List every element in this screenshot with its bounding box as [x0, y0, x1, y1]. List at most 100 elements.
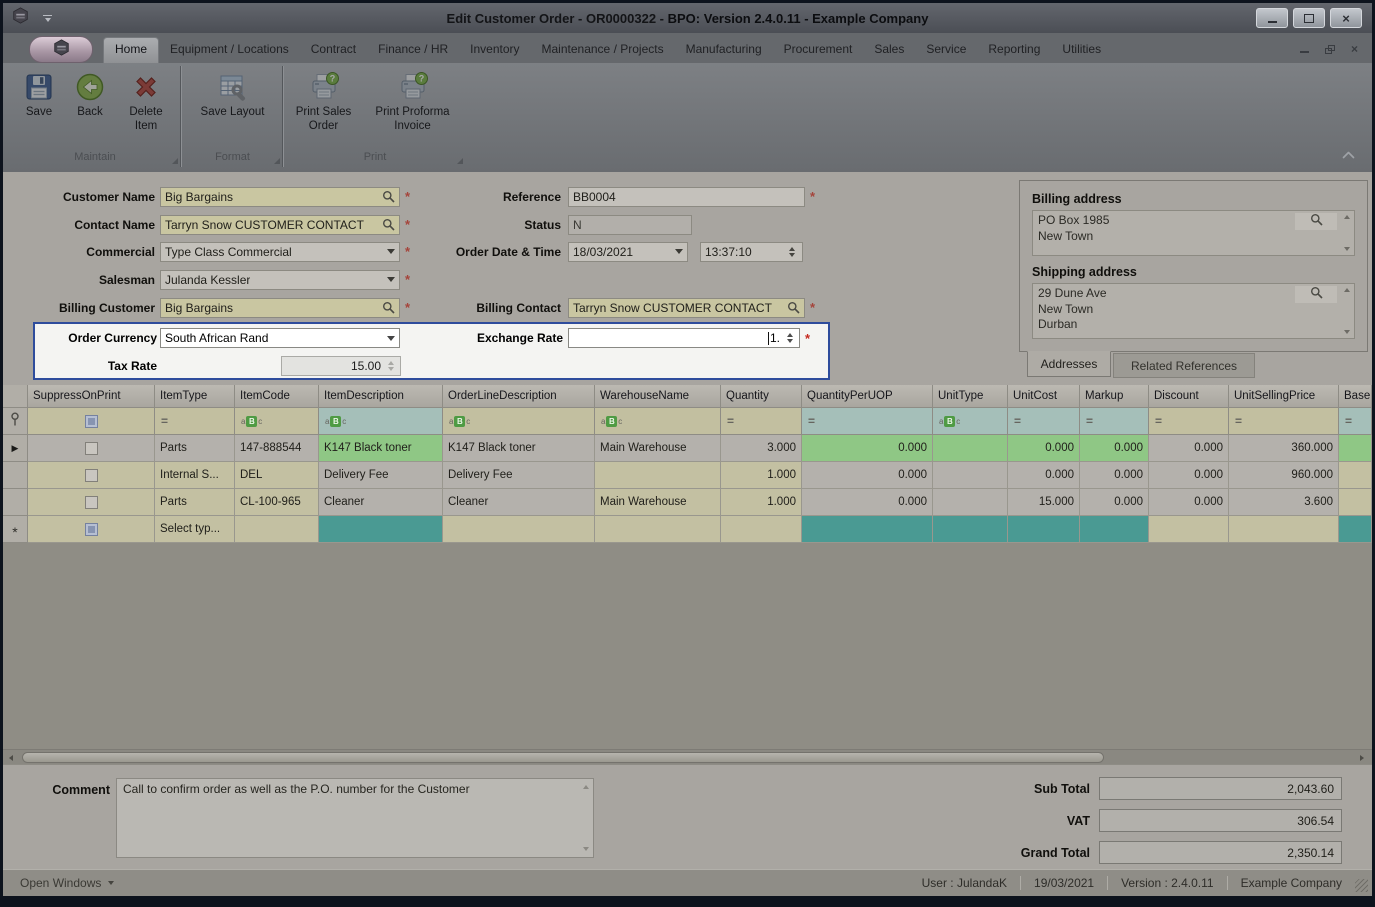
col-header-unitsellingprice[interactable]: UnitSellingPrice	[1229, 385, 1339, 408]
search-icon[interactable]	[787, 301, 800, 314]
col-header-markup[interactable]: Markup	[1080, 385, 1149, 408]
order-date-dropdown[interactable]: 18/03/2021	[568, 241, 688, 262]
grid-cell-orderlinedescription[interactable]: Delivery Fee	[443, 462, 595, 489]
search-icon[interactable]	[1295, 286, 1337, 303]
filter-cell-markup[interactable]: =	[1080, 408, 1149, 435]
grid-cell-suppressonprint[interactable]	[28, 435, 155, 462]
tab-procurement[interactable]: Procurement	[773, 37, 864, 63]
filter-cell-discount[interactable]: =	[1149, 408, 1229, 435]
table-row[interactable]: ▶ Parts 147-888544 K147 Black toner K147 Bla…	[3, 435, 1372, 462]
col-header-itemcode[interactable]: ItemCode	[235, 385, 319, 408]
grid-cell-unitcost[interactable]: 0.000	[1008, 462, 1080, 489]
grid-cell-itemtype[interactable]: Parts	[155, 489, 235, 516]
scroll-arrows-icon[interactable]	[1339, 211, 1354, 255]
filter-cell-base[interactable]: =	[1339, 408, 1372, 435]
grid-cell-itemcode[interactable]: DEL	[235, 462, 319, 489]
tab-sales[interactable]: Sales	[863, 37, 915, 63]
salesman-dropdown[interactable]: Julanda Kessler	[160, 269, 400, 290]
grid-cell-itemtype[interactable]: Parts	[155, 435, 235, 462]
grid-cell-markup[interactable]	[1080, 516, 1149, 543]
col-header-orderlinedescription[interactable]: OrderLineDescription	[443, 385, 595, 408]
grid-cell-itemtype[interactable]: Select typ...	[155, 516, 235, 543]
grid-cell-quantity[interactable]: 1.000	[721, 489, 802, 516]
scroll-left-icon[interactable]	[3, 754, 19, 761]
billing-customer-field[interactable]: Big Bargains	[160, 297, 400, 318]
scroll-up-icon[interactable]	[583, 785, 589, 789]
tab-utilities[interactable]: Utilities	[1051, 37, 1112, 63]
contact-name-field[interactable]: Tarryn Snow CUSTOMER CONTACT	[160, 214, 400, 235]
col-header-unittype[interactable]: UnitType	[933, 385, 1008, 408]
grid-cell-discount[interactable]: 0.000	[1149, 462, 1229, 489]
search-icon[interactable]	[382, 218, 395, 231]
grid-cell-base[interactable]	[1339, 516, 1372, 543]
grid-cell-unitcost[interactable]: 15.000	[1008, 489, 1080, 516]
chevron-down-icon[interactable]	[387, 335, 395, 341]
scrollbar-thumb[interactable]	[22, 752, 1104, 763]
save-layout-button[interactable]: Save Layout	[188, 69, 278, 122]
grid-cell-unitsellingprice[interactable]: 360.000	[1229, 435, 1339, 462]
minimize-button[interactable]	[1256, 8, 1288, 28]
order-currency-dropdown[interactable]: South African Rand	[160, 328, 400, 348]
grid-cell-discount[interactable]: 0.000	[1149, 435, 1229, 462]
order-time-spinner[interactable]: 13:37:10	[700, 241, 803, 262]
checkbox-unchecked-icon[interactable]	[84, 468, 98, 482]
grid-cell-unitsellingprice[interactable]	[1229, 516, 1339, 543]
spinner-arrows-icon[interactable]	[786, 246, 798, 257]
exchange-rate-field[interactable]: 1.	[568, 328, 800, 348]
tab-manufacturing[interactable]: Manufacturing	[675, 37, 773, 63]
grid-cell-itemtype[interactable]: Internal S...	[155, 462, 235, 489]
table-row[interactable]: Parts CL-100-965 Cleaner Cleaner Main Wareho…	[3, 489, 1372, 516]
grid-cell-quantity[interactable]: 3.000	[721, 435, 802, 462]
grid-cell-markup[interactable]: 0.000	[1080, 435, 1149, 462]
billing-address-field[interactable]: PO Box 1985 New Town	[1032, 210, 1355, 256]
search-icon[interactable]	[1295, 213, 1337, 230]
filter-cell-orderlinedescription[interactable]: aBc	[443, 408, 595, 435]
grid-cell-orderlinedescription[interactable]	[443, 516, 595, 543]
chevron-down-icon[interactable]	[387, 277, 395, 282]
maximize-button[interactable]	[1293, 8, 1325, 28]
table-row[interactable]: * Select typ...	[3, 516, 1372, 543]
print-proforma-invoice-button[interactable]: ? Print Proforma Invoice	[363, 69, 463, 135]
grid-cell-unittype[interactable]	[933, 462, 1008, 489]
tab-service[interactable]: Service	[915, 37, 977, 63]
col-header-base[interactable]: Base	[1339, 385, 1372, 408]
grid-cell-warehousename[interactable]: Main Warehouse	[595, 489, 721, 516]
grid-cell-unitcost[interactable]: 0.000	[1008, 435, 1080, 462]
grid-cell-itemdescription[interactable]	[319, 516, 443, 543]
filter-cell-quantityperuop[interactable]: =	[802, 408, 933, 435]
tab-inventory[interactable]: Inventory	[459, 37, 530, 63]
grid-cell-unittype[interactable]	[933, 516, 1008, 543]
filter-cell-suppressonprint[interactable]	[28, 408, 155, 435]
grid-cell-base[interactable]	[1339, 435, 1372, 462]
tab-home[interactable]: Home	[103, 37, 160, 63]
checkbox-checked-icon[interactable]	[84, 522, 98, 536]
save-button[interactable]: Save	[15, 69, 63, 122]
tab-finance-hr[interactable]: Finance / HR	[367, 37, 459, 63]
col-header-suppressonprint[interactable]: SuppressOnPrint	[28, 385, 155, 408]
grid-cell-suppressonprint[interactable]	[28, 489, 155, 516]
filter-cell-itemtype[interactable]: =	[155, 408, 235, 435]
application-menu-button[interactable]	[29, 36, 93, 63]
doc-restore-icon[interactable]	[1324, 44, 1335, 54]
filter-cell-quantity[interactable]: =	[721, 408, 802, 435]
chevron-down-icon[interactable]	[387, 249, 395, 254]
grid-cell-quantity[interactable]	[721, 516, 802, 543]
grid-cell-markup[interactable]: 0.000	[1080, 489, 1149, 516]
col-header-itemtype[interactable]: ItemType	[155, 385, 235, 408]
shipping-address-field[interactable]: 29 Dune Ave New Town Durban	[1032, 283, 1355, 339]
scroll-right-icon[interactable]	[1354, 754, 1370, 761]
grid-cell-quantityperuop[interactable]	[802, 516, 933, 543]
grid-cell-unittype[interactable]	[933, 435, 1008, 462]
commercial-dropdown[interactable]: Type Class Commercial	[160, 241, 400, 262]
grid-cell-unitsellingprice[interactable]: 3.600	[1229, 489, 1339, 516]
quick-access-dropdown-icon[interactable]	[43, 14, 52, 22]
grid-cell-orderlinedescription[interactable]: Cleaner	[443, 489, 595, 516]
grid-cell-itemdescription[interactable]: K147 Black toner	[319, 435, 443, 462]
tab-related-references[interactable]: Related References	[1113, 353, 1255, 378]
open-windows-menu[interactable]: Open Windows	[20, 876, 115, 890]
resize-grip[interactable]	[1355, 879, 1368, 892]
filter-cell-unitsellingprice[interactable]: =	[1229, 408, 1339, 435]
grid-cell-itemdescription[interactable]: Cleaner	[319, 489, 443, 516]
grid-cell-unitsellingprice[interactable]: 960.000	[1229, 462, 1339, 489]
grid-cell-itemcode[interactable]	[235, 516, 319, 543]
